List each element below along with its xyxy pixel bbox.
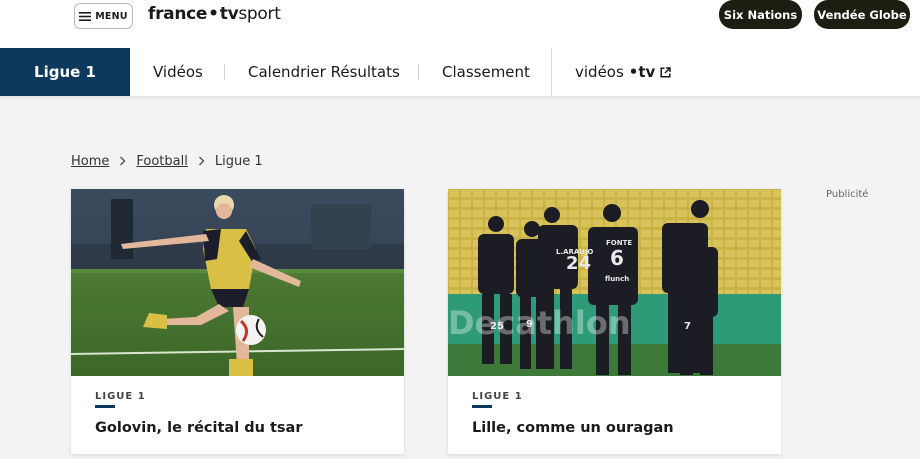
article-category: LIGUE 1 <box>472 391 523 402</box>
svg-text:24: 24 <box>566 253 591 274</box>
svg-text:flunch: flunch <box>605 275 629 283</box>
brand-part-tv: tv <box>219 4 239 24</box>
article-photo-golovin <box>71 189 404 376</box>
hamburger-icon <box>79 11 92 21</box>
breadcrumb-current: Ligue 1 <box>214 153 263 169</box>
chevron-right-icon <box>120 156 126 166</box>
tab-videos-tv-external[interactable]: vidéos •tv <box>575 48 672 96</box>
article-title[interactable]: Golovin, le récital du tsar <box>95 420 302 436</box>
article-photo-lille: 24 6 FONTE flunch 25 9 7 L.ARAUJO Decath… <box>448 189 781 376</box>
svg-text:Decathlon: Decathlon <box>448 304 631 342</box>
nav-divider <box>418 64 419 80</box>
article-category: LIGUE 1 <box>95 391 146 402</box>
external-label: vidéos <box>575 63 624 81</box>
external-link-icon <box>660 66 672 78</box>
article-card[interactable]: LIGUE 1 Golovin, le récital du tsar <box>71 189 404 454</box>
top-header: MENU france • tv sport Six Nations Vendée G… <box>0 0 920 48</box>
breadcrumb-home[interactable]: Home <box>71 154 109 169</box>
nav-divider <box>551 48 552 96</box>
article-title[interactable]: Lille, comme un ouragan <box>472 420 674 436</box>
six-nations-button[interactable]: Six Nations <box>719 0 802 29</box>
tab-classement[interactable]: Classement <box>442 48 530 96</box>
tab-calendrier-resultats[interactable]: Calendrier Résultats <box>248 48 400 96</box>
svg-text:7: 7 <box>684 321 691 332</box>
ad-label: Publicité <box>826 189 869 200</box>
svg-text:6: 6 <box>610 246 624 270</box>
menu-button[interactable]: MENU <box>74 3 133 29</box>
section-nav: Ligue 1 Vidéos Calendrier Résultats Clas… <box>0 48 920 96</box>
category-underline <box>95 405 115 408</box>
tab-videos[interactable]: Vidéos <box>153 48 203 96</box>
category-underline <box>472 405 492 408</box>
brand-dot: • <box>208 4 219 24</box>
brand-logo[interactable]: france • tv sport <box>148 2 281 26</box>
nav-divider <box>224 64 225 80</box>
tab-ligue-1[interactable]: Ligue 1 <box>0 48 130 96</box>
breadcrumb: Home Football Ligue 1 <box>71 152 263 170</box>
breadcrumb-football[interactable]: Football <box>136 154 187 169</box>
brand-part-sport: sport <box>238 4 281 24</box>
svg-text:L.ARAUJO: L.ARAUJO <box>556 248 593 256</box>
chevron-right-icon <box>198 156 205 166</box>
menu-label: MENU <box>95 10 128 22</box>
article-card[interactable]: 24 6 FONTE flunch 25 9 7 L.ARAUJO Decath… <box>448 189 781 454</box>
svg-text:FONTE: FONTE <box>606 239 632 247</box>
vendee-globe-button[interactable]: Vendée Globe <box>814 0 910 29</box>
tv-logo: •tv <box>628 63 656 81</box>
brand-part-france: france <box>148 4 208 24</box>
